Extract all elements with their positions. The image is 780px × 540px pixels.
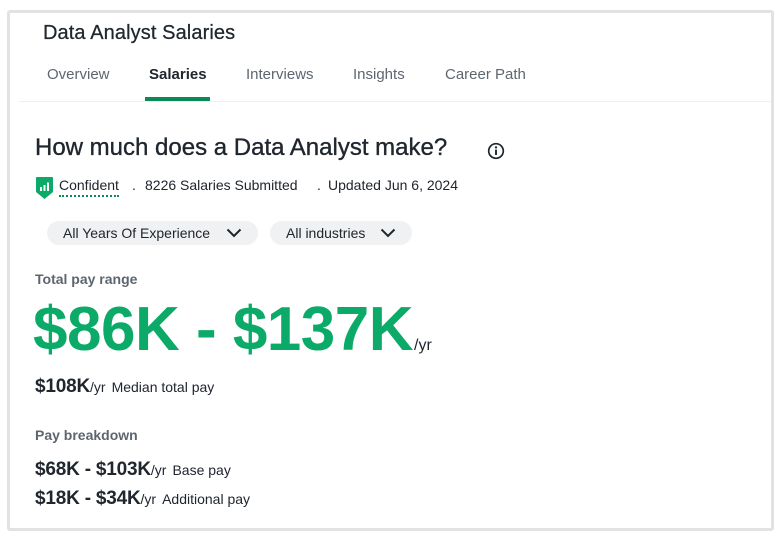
confidence-shield-icon bbox=[36, 177, 53, 199]
additional-pay-value: $18K - $34K bbox=[35, 488, 141, 509]
tab-salaries[interactable]: Salaries bbox=[149, 66, 207, 83]
updated-date: Updated Jun 6, 2024 bbox=[328, 177, 458, 193]
tab-bar: Overview Salaries Interviews Insights Ca… bbox=[19, 60, 771, 102]
meta-separator: . bbox=[317, 177, 321, 193]
additional-pay-unit: /yr bbox=[140, 491, 157, 507]
industry-filter-dropdown[interactable]: All industries bbox=[270, 221, 412, 245]
median-pay-unit: /yr bbox=[90, 379, 106, 395]
experience-filter-dropdown[interactable]: All Years Of Experience bbox=[47, 221, 258, 245]
base-pay-value: $68K - $103K bbox=[35, 459, 151, 480]
info-icon[interactable] bbox=[487, 142, 505, 160]
additional-pay-label: Additional pay bbox=[162, 491, 251, 507]
tab-overview[interactable]: Overview bbox=[47, 66, 110, 83]
confidence-label[interactable]: Confident bbox=[59, 177, 119, 197]
meta-separator: . bbox=[132, 177, 136, 193]
base-pay-unit: /yr bbox=[150, 462, 167, 478]
total-pay-value: $86K - $137K bbox=[33, 295, 414, 364]
total-pay-range: $86K - $137K/yr bbox=[33, 293, 432, 383]
base-pay-label: Base pay bbox=[172, 462, 231, 478]
tab-interviews[interactable]: Interviews bbox=[246, 66, 314, 83]
salary-heading: How much does a Data Analyst make? bbox=[35, 134, 448, 161]
active-tab-indicator bbox=[145, 97, 210, 101]
experience-filter-value: All Years Of Experience bbox=[63, 225, 211, 241]
additional-pay: $18K - $34K/yr Additional pay bbox=[35, 488, 250, 510]
chevron-down-icon bbox=[226, 228, 242, 238]
median-pay: $108K/yr Median total pay bbox=[35, 376, 214, 398]
tab-career-path[interactable]: Career Path bbox=[445, 66, 526, 83]
median-pay-label: Median total pay bbox=[111, 379, 215, 395]
industry-filter-value: All industries bbox=[286, 225, 366, 241]
total-pay-unit: /yr bbox=[414, 337, 432, 354]
salaries-submitted: 8226 Salaries Submitted bbox=[145, 177, 298, 193]
median-pay-value: $108K bbox=[35, 376, 90, 397]
tab-insights[interactable]: Insights bbox=[353, 66, 405, 83]
base-pay: $68K - $103K/yr Base pay bbox=[35, 459, 231, 481]
total-pay-label: Total pay range bbox=[35, 271, 138, 287]
page-title: Data Analyst Salaries bbox=[43, 22, 236, 44]
chevron-down-icon bbox=[380, 228, 396, 238]
pay-breakdown-label: Pay breakdown bbox=[35, 427, 138, 443]
